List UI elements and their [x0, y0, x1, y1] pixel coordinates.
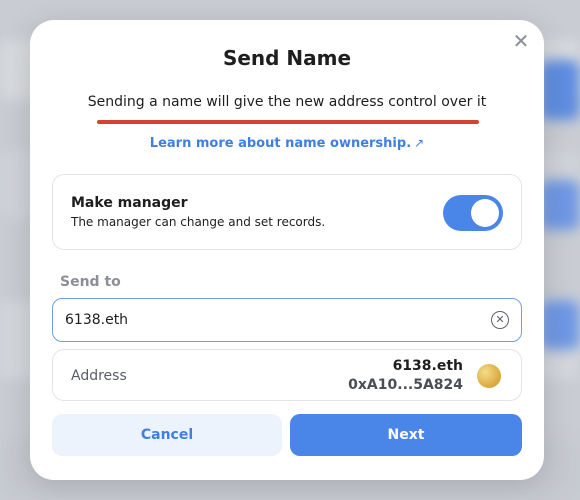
make-manager-toggle[interactable] [443, 195, 503, 231]
send-to-input[interactable] [65, 299, 465, 340]
send-to-label: Send to [60, 274, 121, 290]
clear-icon[interactable]: ✕ [491, 311, 509, 329]
send-name-modal: ✕ Send Name Sending a name will give the… [30, 20, 544, 480]
make-manager-card: Make manager The manager can change and … [52, 174, 522, 250]
warning-text: Sending a name will give the new address… [87, 94, 487, 110]
address-name: 6138.eth [392, 358, 463, 374]
learn-more-label: Learn more about name ownership. [149, 136, 412, 151]
make-manager-title: Make manager [71, 195, 188, 211]
address-label: Address [71, 368, 127, 384]
toggle-knob [471, 199, 499, 227]
cancel-button[interactable]: Cancel [52, 414, 282, 456]
learn-more-link[interactable]: Learn more about name ownership. ↗ [30, 136, 544, 151]
next-button[interactable]: Next [290, 414, 522, 456]
send-to-field: ✕ [52, 298, 522, 342]
address-card: Address 6138.eth 0xA10...5A824 [52, 349, 522, 401]
modal-title: Send Name [222, 46, 352, 70]
make-manager-description: The manager can change and set records. [71, 215, 326, 229]
address-hex: 0xA10...5A824 [348, 377, 463, 393]
avatar [477, 364, 501, 388]
external-link-icon: ↗ [414, 136, 425, 150]
warning-underline [97, 120, 479, 124]
